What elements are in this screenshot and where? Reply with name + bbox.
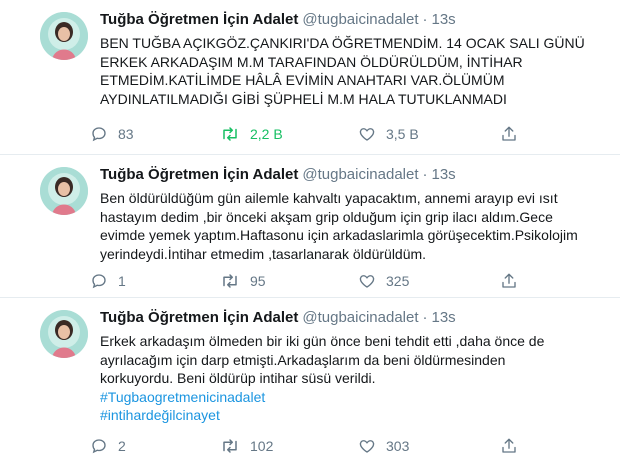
retweet-button[interactable]: 102 bbox=[220, 436, 273, 456]
share-button[interactable] bbox=[500, 436, 528, 456]
separator: · bbox=[422, 166, 428, 183]
timestamp[interactable]: 13s bbox=[432, 11, 456, 28]
retweet-button[interactable]: 2,2 B bbox=[220, 124, 283, 144]
timestamp[interactable]: 13s bbox=[432, 166, 456, 183]
display-name[interactable]: Tuğba Öğretmen İçin Adalet bbox=[100, 166, 298, 183]
like-button[interactable]: 325 bbox=[358, 271, 409, 291]
avatar[interactable] bbox=[40, 167, 88, 215]
like-count: 325 bbox=[386, 273, 410, 289]
tweet-text-line: Ben öldürüldüğüm gün ailemle kahvaltı ya… bbox=[100, 190, 558, 206]
retweet-icon bbox=[223, 274, 237, 288]
tweet-text-line: yerindeydi.İntihar etmedim ,tasarlanarak… bbox=[100, 245, 427, 262]
tweet-header: Tuğba Öğretmen İçin Adalet @tugbaicinadal… bbox=[100, 10, 610, 30]
reply-button[interactable]: 2 bbox=[90, 436, 126, 456]
tweet-text-line: BEN TUĞBA AÇIKGÖZ.ÇANKIRI'DA ÖĞRETMENDİM… bbox=[100, 35, 585, 51]
separator: · bbox=[422, 11, 428, 28]
tweet-text: BEN TUĞBA AÇIKGÖZ.ÇANKIRI'DA ÖĞRETMENDİM… bbox=[100, 34, 610, 108]
user-handle[interactable]: @tugbaicinadalet bbox=[302, 166, 418, 183]
reply-count: 2 bbox=[118, 438, 126, 454]
tweet-content: Tuğba Öğretmen İçin Adalet @tugbaicinadal… bbox=[100, 10, 610, 108]
tweet[interactable]: Tuğba Öğretmen İçin Adalet @tugbaicinadal… bbox=[0, 0, 620, 155]
reply-button[interactable]: 83 bbox=[90, 124, 134, 144]
share-button[interactable] bbox=[500, 271, 528, 291]
separator: · bbox=[422, 309, 428, 326]
like-button[interactable]: 303 bbox=[358, 436, 409, 456]
heart-icon bbox=[359, 128, 375, 141]
tweet-content: Tuğba Öğretmen İçin Adalet @tugbaicinadal… bbox=[100, 308, 610, 425]
tweet-header: Tuğba Öğretmen İçin Adalet @tugbaicinadal… bbox=[100, 165, 610, 185]
share-button[interactable] bbox=[500, 124, 528, 144]
retweet-icon bbox=[223, 127, 237, 141]
tweet-content: Tuğba Öğretmen İçin Adalet @tugbaicinadal… bbox=[100, 165, 610, 263]
retweet-count: 2,2 B bbox=[250, 126, 283, 142]
like-button[interactable]: 3,5 B bbox=[358, 124, 419, 144]
share-icon bbox=[502, 438, 516, 453]
heart-icon bbox=[359, 275, 375, 288]
tweet-actions: 83 2,2 B 3,5 B bbox=[90, 124, 590, 144]
timestamp[interactable]: 13s bbox=[432, 309, 456, 326]
tweet-text-line: korkuyordu. Beni öldürüp intihar süsü ve… bbox=[100, 370, 376, 386]
user-handle[interactable]: @tugbaicinadalet bbox=[302, 309, 418, 326]
tweet-text-line: ETMEDİM.KATİLİMDE HÂLÂ EVİMİN ANAHTARI V… bbox=[100, 72, 505, 88]
tweet-text: Ben öldürüldüğüm gün ailemle kahvaltı ya… bbox=[100, 189, 610, 263]
share-icon bbox=[502, 126, 516, 141]
tweet-text: Erkek arkadaşım ölmeden bir iki gün önce… bbox=[100, 332, 610, 425]
tweet[interactable]: Tuğba Öğretmen İçin Adalet @tugbaicinadal… bbox=[0, 155, 620, 298]
retweet-count: 95 bbox=[250, 273, 266, 289]
share-icon bbox=[502, 273, 516, 288]
display-name[interactable]: Tuğba Öğretmen İçin Adalet bbox=[100, 309, 298, 326]
like-count: 303 bbox=[386, 438, 410, 454]
retweet-icon bbox=[223, 439, 237, 453]
hashtag-link[interactable]: #intihardeğilcinayet bbox=[100, 406, 610, 425]
retweet-count: 102 bbox=[250, 438, 274, 454]
tweet-actions: 1 95 325 bbox=[90, 271, 590, 291]
tweet-thread: Tuğba Öğretmen İçin Adalet @tugbaicinadal… bbox=[0, 0, 620, 474]
hashtag-link[interactable]: #Tugbaogretmenicinadalet bbox=[100, 388, 610, 407]
tweet[interactable]: Tuğba Öğretmen İçin Adalet @tugbaicinadal… bbox=[0, 298, 620, 474]
tweet-text-line: hastayım dedim ,bir önceki akşam grip ol… bbox=[100, 208, 553, 225]
like-count: 3,5 B bbox=[386, 126, 419, 142]
tweet-text-line: ayrılacağım için darp etmişti.Arkadaşlar… bbox=[100, 351, 506, 368]
tweet-text-line: evimde yemek yaptım.Haftasonu için arkad… bbox=[100, 227, 578, 243]
avatar[interactable] bbox=[40, 12, 88, 60]
display-name[interactable]: Tuğba Öğretmen İçin Adalet bbox=[100, 11, 298, 28]
user-handle[interactable]: @tugbaicinadalet bbox=[302, 11, 418, 28]
reply-button[interactable]: 1 bbox=[90, 271, 126, 291]
heart-icon bbox=[359, 440, 375, 453]
tweet-text-line: Erkek arkadaşım ölmeden bir iki gün önce… bbox=[100, 333, 545, 349]
reply-icon bbox=[92, 274, 106, 289]
reply-icon bbox=[92, 439, 106, 454]
tweet-text-line: AYDINLATILMADIĞI GİBİ ŞÜPHELİ M.M HALA T… bbox=[100, 90, 507, 107]
retweet-button[interactable]: 95 bbox=[220, 271, 266, 291]
tweet-actions: 2 102 303 bbox=[90, 436, 590, 456]
reply-icon bbox=[92, 127, 106, 142]
avatar[interactable] bbox=[40, 310, 88, 358]
tweet-text-line: ERKEK ARKADAŞIM M.M TARAFINDAN ÖLDÜRÜLDÜ… bbox=[100, 53, 523, 70]
tweet-header: Tuğba Öğretmen İçin Adalet @tugbaicinadal… bbox=[100, 308, 610, 328]
reply-count: 1 bbox=[118, 273, 126, 289]
reply-count: 83 bbox=[118, 126, 134, 142]
